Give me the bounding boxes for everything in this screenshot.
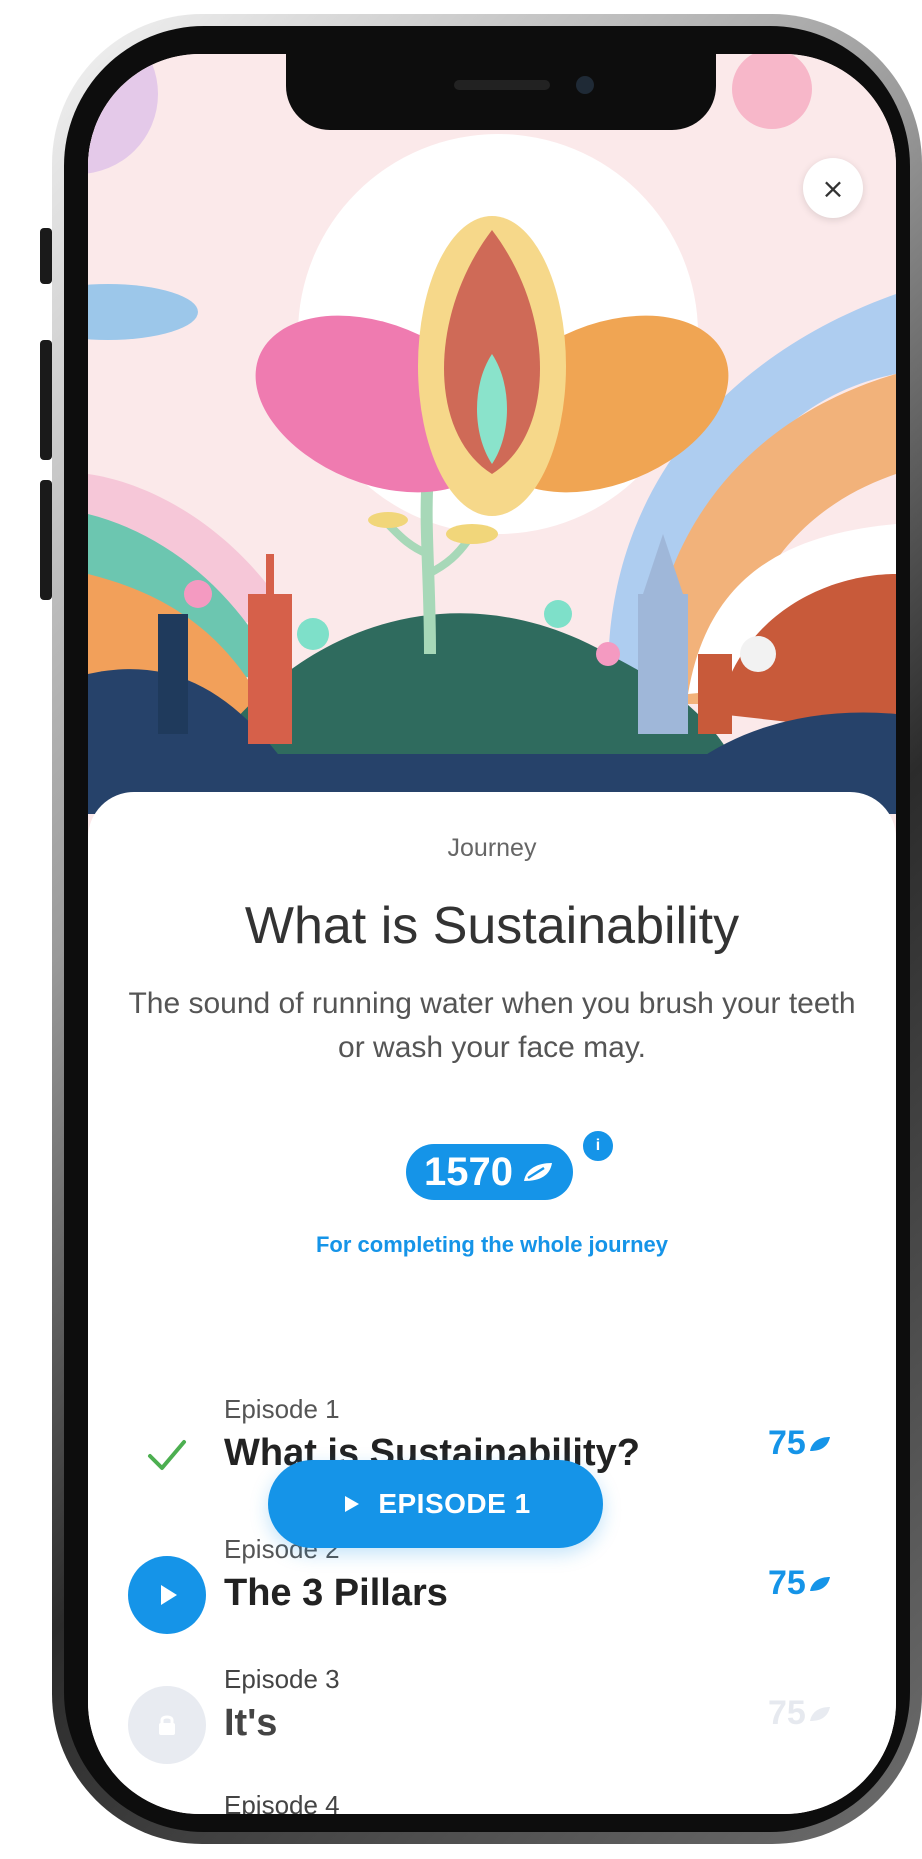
episode-status-locked — [128, 1686, 206, 1764]
journey-points-value: 1570 — [424, 1149, 513, 1194]
journey-title: What is Sustainability — [244, 897, 740, 955]
episode-points: 75 — [768, 1694, 832, 1733]
episode-points: 75 — [768, 1564, 832, 1603]
episode-label: Episode 1 — [224, 1394, 340, 1424]
episode-title: It's — [224, 1702, 278, 1744]
hero-illustration — [88, 54, 896, 814]
journey-description: The sound of running water when you brus… — [128, 987, 856, 1064]
points-caption: For completing the whole journey — [315, 1232, 669, 1257]
episode-status-completed — [128, 1416, 206, 1494]
episode-status-locked — [128, 1812, 206, 1814]
speaker-grille — [454, 80, 550, 90]
episode-status-current[interactable] — [128, 1556, 206, 1634]
app-screen: × Journey What is Sustainability The sou… — [88, 54, 896, 1814]
journey-kicker: Journey — [447, 834, 537, 862]
journey-points-pill: 1570 — [406, 1144, 573, 1200]
lock-icon — [159, 1715, 175, 1735]
journey-sheet: Journey What is Sustainability The sound… — [88, 792, 896, 1814]
episode-row-2[interactable]: Episode 2 The 3 Pillars 75 — [88, 1534, 896, 1644]
phone-silent-switch — [40, 228, 52, 284]
leaf-icon — [809, 1576, 830, 1591]
checkmark-icon — [148, 1440, 186, 1470]
phone-notch — [286, 54, 716, 130]
play-icon — [345, 1496, 360, 1512]
leaf-icon — [809, 1706, 830, 1721]
play-episode-label: EPISODE 1 — [378, 1488, 531, 1519]
close-icon: × — [821, 171, 845, 205]
front-camera — [576, 76, 594, 94]
leaf-icon — [523, 1163, 552, 1181]
episode-title: The 3 Pillars — [224, 1572, 448, 1614]
episode-row-4[interactable]: Episode 4 75 — [88, 1790, 896, 1814]
points-info-badge[interactable]: i — [580, 1128, 616, 1164]
episode-points-value: 75 — [768, 1424, 806, 1462]
phone-volume-down — [40, 480, 52, 600]
info-icon: i — [595, 1137, 601, 1154]
play-episode-button[interactable]: EPISODE 1 — [268, 1460, 603, 1548]
episode-points: 75 — [768, 1424, 832, 1463]
play-icon — [161, 1585, 177, 1605]
episode-points-value: 75 — [768, 1564, 806, 1602]
episode-row-3[interactable]: Episode 3 It's 75 — [88, 1664, 896, 1774]
episode-label: Episode 4 — [224, 1790, 340, 1814]
close-button[interactable]: × — [803, 158, 863, 218]
leaf-icon — [809, 1436, 830, 1451]
episode-points-value: 75 — [768, 1694, 806, 1732]
episode-label: Episode 3 — [224, 1664, 340, 1694]
phone-volume-up — [40, 340, 52, 460]
